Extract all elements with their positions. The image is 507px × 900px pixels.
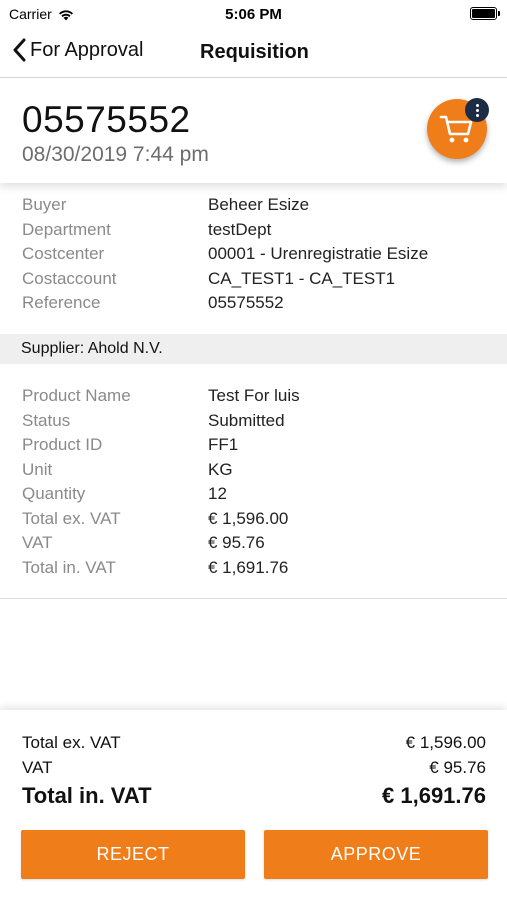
detail-value: testDept <box>208 219 272 239</box>
detail-row-vat: VAT € 95.76 <box>0 530 507 555</box>
summary-value: € 95.76 <box>429 758 486 777</box>
detail-label: Buyer <box>22 195 67 214</box>
summary-total-value: € 1,691.76 <box>382 783 486 808</box>
requisition-date: 08/30/2019 7:44 pm <box>22 143 209 166</box>
detail-row-product-name: Product Name Test For luis <box>0 383 507 408</box>
detail-label: Costaccount <box>22 268 117 288</box>
section-divider <box>0 598 507 599</box>
detail-row-status: Status Submitted <box>0 408 507 433</box>
navigation-bar: For Approval Requisition <box>0 30 507 78</box>
detail-value: 00001 - Urenregistratie Esize <box>208 244 429 263</box>
detail-row-department: Department testDept <box>0 217 507 242</box>
detail-label: Unit <box>22 459 53 479</box>
detail-row-total-in-vat: Total in. VAT € 1,691.76 <box>0 555 507 580</box>
requisition-header: 05575552 08/30/2019 7:44 pm <box>0 79 507 183</box>
detail-row-total-ex-vat: Total ex. VAT € 1,596.00 <box>0 506 507 531</box>
more-options-button[interactable] <box>465 98 489 122</box>
summary-label: VAT <box>22 758 53 777</box>
status-bar: Carrier 5:06 PM <box>0 0 507 30</box>
detail-value: 05575552 <box>208 293 284 312</box>
detail-row-costaccount: Costaccount CA_TEST1 - CA_TEST1 <box>0 266 507 291</box>
summary-label: Total ex. VAT <box>22 733 121 752</box>
product-details[interactable]: Product Name Test For luis Status Submit… <box>0 383 507 579</box>
detail-label: Department <box>22 219 111 239</box>
approve-button[interactable]: APPROVE <box>264 830 488 879</box>
detail-row-costcenter: Costcenter 00001 - Urenregistratie Esize <box>0 241 507 266</box>
general-details: Buyer Beheer Esize Department testDept C… <box>0 192 507 315</box>
detail-label: Product Name <box>22 386 131 405</box>
detail-label: Product ID <box>22 435 103 454</box>
detail-value: 12 <box>208 484 227 503</box>
detail-row-buyer: Buyer Beheer Esize <box>0 192 507 217</box>
back-button[interactable]: For Approval <box>12 38 143 62</box>
detail-label: Total ex. VAT <box>22 508 121 528</box>
page-title: Requisition <box>200 41 309 63</box>
detail-label: VAT <box>22 533 53 552</box>
battery-icon <box>470 7 500 20</box>
detail-label: Reference <box>22 293 101 312</box>
clock: 5:06 PM <box>225 6 282 23</box>
back-button-label: For Approval <box>30 38 144 61</box>
summary-value: € 1,596.00 <box>405 733 486 752</box>
summary-footer: Total ex. VAT € 1,596.00 VAT € 95.76 Tot… <box>0 710 507 900</box>
more-vertical-icon <box>475 103 479 107</box>
detail-label: Total in. VAT <box>22 557 116 577</box>
detail-row-reference: Reference 05575552 <box>0 290 507 315</box>
detail-value: FF1 <box>208 435 239 454</box>
chevron-left-icon <box>13 38 26 62</box>
detail-value: Submitted <box>208 410 285 430</box>
detail-row-unit: Unit KG <box>0 457 507 482</box>
summary-row-ex-vat: Total ex. VAT € 1,596.00 <box>22 733 486 753</box>
detail-label: Status <box>22 410 71 430</box>
summary-row-vat: VAT € 95.76 <box>22 758 486 778</box>
detail-value: CA_TEST1 - CA_TEST1 <box>208 268 396 288</box>
detail-label: Costcenter <box>22 244 105 263</box>
supplier-name: Supplier: Ahold N.V. <box>21 340 163 357</box>
summary-total-label: Total in. VAT <box>22 783 152 808</box>
detail-label: Quantity <box>22 484 86 503</box>
detail-value: € 1,596.00 <box>208 508 289 528</box>
requisition-number: 05575552 <box>22 99 191 140</box>
detail-value: € 1,691.76 <box>208 557 289 577</box>
detail-value: KG <box>208 459 233 479</box>
supplier-section-header: Supplier: Ahold N.V. <box>0 334 507 364</box>
detail-value: Test For luis <box>208 386 300 405</box>
reject-button[interactable]: REJECT <box>21 830 245 879</box>
detail-value: € 95.76 <box>208 533 265 552</box>
detail-row-product-id: Product ID FF1 <box>0 432 507 457</box>
detail-row-quantity: Quantity 12 <box>0 481 507 506</box>
summary-row-total: Total in. VAT € 1,691.76 <box>22 783 486 809</box>
detail-value: Beheer Esize <box>208 195 310 214</box>
